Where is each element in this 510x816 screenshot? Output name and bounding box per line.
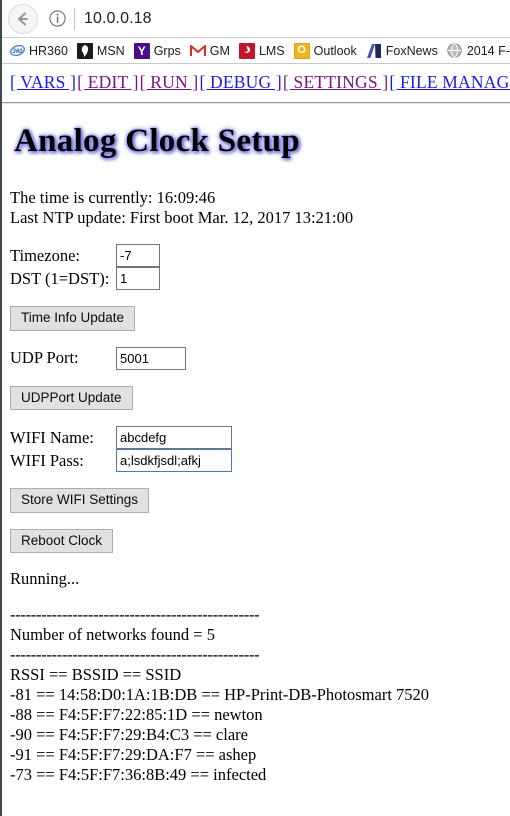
browser-toolbar: 10.0.0.18 <box>2 0 510 38</box>
dst-input[interactable] <box>116 267 160 290</box>
wifi-pass-row: WIFI Pass: <box>10 449 510 472</box>
bookmarks-bar: 360 HR360 MSN Y Grps GM LMS O Outlook Fo… <box>2 38 510 64</box>
status-text: Running... <box>10 569 80 588</box>
wifi-pass-input[interactable] <box>116 449 232 472</box>
gmail-icon <box>189 42 206 59</box>
divider-top: ----------------------------------------… <box>10 605 260 624</box>
bookmark-hr360[interactable]: 360 HR360 <box>9 42 68 59</box>
back-button[interactable] <box>8 3 38 34</box>
svg-text:360: 360 <box>12 49 23 55</box>
bookmark-2014-f150[interactable]: 2014 F-150 <box>446 42 510 59</box>
bookmark-label: MSN <box>96 43 125 58</box>
outlook-icon: O <box>293 42 310 59</box>
wifi-pass-label: WIFI Pass: <box>10 450 84 470</box>
foxnews-icon <box>365 42 382 59</box>
udp-port-label: UDP Port: <box>10 348 79 367</box>
store-wifi-settings-button[interactable]: Store WIFI Settings <box>10 488 150 513</box>
scan-header: RSSI == BSSID == SSID <box>10 665 182 684</box>
bookmark-label: GM <box>209 43 230 58</box>
outlook-o-glyph: O <box>297 44 306 56</box>
bookmark-outlook[interactable]: O Outlook <box>293 42 357 59</box>
bookmark-label: HR360 <box>29 43 68 58</box>
wifi-name-row: WIFI Name: <box>10 426 510 449</box>
bookmark-label: Grps <box>153 43 181 58</box>
timezone-row: Timezone: <box>10 244 510 267</box>
site-info-icon[interactable] <box>44 6 70 32</box>
bookmark-lms[interactable]: LMS <box>238 42 285 59</box>
bookmark-msn[interactable]: MSN <box>76 42 125 59</box>
networks-found-text: Number of networks found = 5 <box>10 625 215 644</box>
network-row: -73 == F4:5F:F7:36:8B:49 == infected <box>10 765 267 784</box>
browser-window: 10.0.0.18 360 HR360 MSN Y Grps GM LMS O … <box>0 0 510 816</box>
bookmark-label: LMS <box>258 43 285 58</box>
nav-link-file-manager[interactable]: [ FILE MANAGER ] <box>389 72 510 92</box>
nav-link-edit[interactable]: [ EDIT ] <box>77 72 139 92</box>
timezone-label: Timezone: <box>10 245 80 265</box>
dst-label: DST (1=DST): <box>10 268 110 288</box>
address-bar-url[interactable]: 10.0.0.18 <box>84 10 152 28</box>
timezone-input[interactable] <box>116 244 160 267</box>
udp-port-input[interactable] <box>116 346 186 370</box>
url-divider <box>74 7 75 30</box>
dst-row: DST (1=DST): <box>10 267 510 290</box>
bookmark-gm[interactable]: GM <box>189 42 230 59</box>
bookmark-grps[interactable]: Y Grps <box>133 42 181 59</box>
bookmark-foxnews[interactable]: FoxNews <box>365 42 438 59</box>
yahoo-y-glyph: Y <box>137 43 146 58</box>
page-title: Analog Clock Setup <box>14 123 300 159</box>
bookmark-label: 2014 F-150 <box>466 43 510 58</box>
network-row: -91 == F4:5F:F7:29:DA:F7 == ashep <box>10 745 257 764</box>
bookmark-label: Outlook <box>313 43 357 58</box>
nav-link-debug[interactable]: [ DEBUG ] <box>199 72 281 92</box>
network-row: -81 == 14:58:D0:1A:1B:DB == HP-Print-DB-… <box>10 685 430 704</box>
nav-link-vars[interactable]: [ VARS ] <box>10 72 76 92</box>
divider-bottom: ----------------------------------------… <box>10 645 260 664</box>
yahoo-groups-icon: Y <box>133 42 150 59</box>
wifi-name-label: WIFI Name: <box>10 427 94 447</box>
bookmark-label: FoxNews <box>385 43 438 58</box>
network-row: -88 == F4:5F:F7:22:85:1D == newton <box>10 705 263 724</box>
udp-port-row: UDP Port: <box>10 346 510 370</box>
site-nav: [ VARS ][ EDIT ][ RUN ][ DEBUG ][ SETTIN… <box>10 72 510 95</box>
nav-divider <box>2 102 510 104</box>
last-ntp-update-text: Last NTP update: First boot Mar. 12, 201… <box>10 208 354 227</box>
time-info-update-button[interactable]: Time Info Update <box>10 306 136 331</box>
lms-icon <box>238 42 255 59</box>
page-content: [ VARS ][ EDIT ][ RUN ][ DEBUG ][ SETTIN… <box>2 64 510 785</box>
nav-link-settings[interactable]: [ SETTINGS ] <box>283 72 388 92</box>
time-status-block: The time is currently: 16:09:46 Last NTP… <box>10 188 510 228</box>
globe-icon <box>446 42 463 59</box>
reboot-clock-button[interactable]: Reboot Clock <box>10 528 114 553</box>
wifi-name-input[interactable] <box>116 426 232 449</box>
network-row: -90 == F4:5F:F7:29:B4:C3 == clare <box>10 725 248 744</box>
msn-butterfly-icon <box>76 42 93 59</box>
udp-port-update-button[interactable]: UDPPort Update <box>10 385 133 410</box>
hr360-icon: 360 <box>9 42 25 59</box>
current-time-text: The time is currently: 16:09:46 <box>10 188 216 207</box>
nav-link-run[interactable]: [ RUN ] <box>140 72 199 92</box>
